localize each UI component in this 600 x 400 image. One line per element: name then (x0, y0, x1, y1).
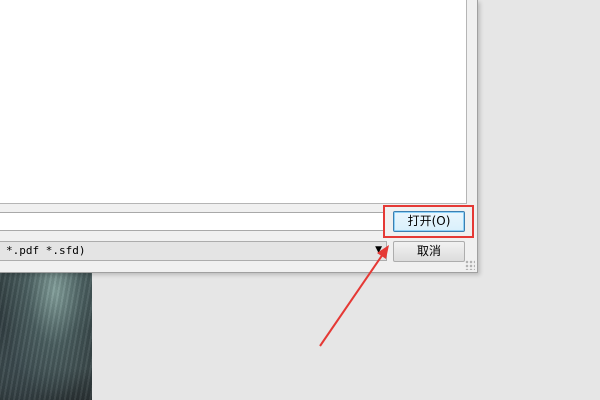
background-photo (0, 272, 92, 400)
open-button-highlight (383, 205, 474, 238)
filetype-select-value: *.pdf *.sfd) (6, 244, 86, 257)
resize-grip-icon[interactable] (465, 260, 475, 270)
cancel-button[interactable]: 取消 (393, 241, 465, 262)
file-list-pane[interactable] (0, 0, 467, 204)
filetype-select[interactable]: *.pdf *.sfd) ▼ (0, 241, 387, 261)
dropdown-arrow-icon[interactable]: ▼ (375, 245, 382, 255)
filename-input[interactable] (0, 212, 384, 231)
